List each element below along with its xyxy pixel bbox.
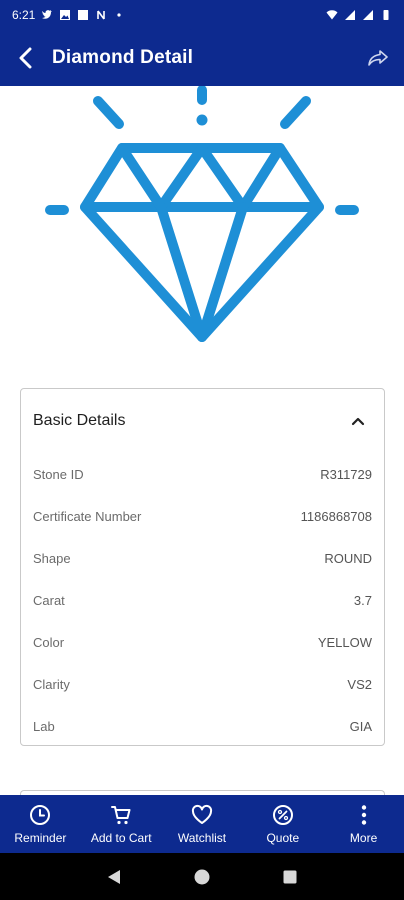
status-time: 6:21 [12,8,36,22]
detail-row-stone-id: Stone ID R311729 [33,453,372,495]
detail-label: Clarity [33,676,70,692]
back-arrow-icon [19,47,32,69]
app-bar: Diamond Detail [0,30,404,86]
collapse-button[interactable] [346,409,370,433]
signal-icon-2 [363,10,373,20]
tab-label: Add to Cart [90,830,152,845]
percent-badge-icon [272,804,293,825]
detail-label: Certificate Number [33,508,142,524]
system-nav-bar [0,853,404,900]
detail-label: Stone ID [33,466,84,482]
tab-reminder[interactable]: Reminder [0,795,81,853]
twitter-icon [42,10,53,19]
nfc-icon [97,10,106,20]
detail-row-clarity: Clarity VS2 [33,663,372,705]
basic-details-card: Basic Details Stone ID R311729 Certifica… [20,388,385,746]
page-title: Diamond Detail [52,47,194,68]
detail-label: Shape [33,550,71,566]
status-bar: 6:21 [0,0,404,30]
tab-quote[interactable]: Quote [242,795,323,853]
diamond-icon [45,85,359,342]
share-button[interactable] [352,30,404,86]
tab-add-to-cart[interactable]: Add to Cart [81,795,162,853]
tab-label: Reminder [14,830,67,845]
more-vertical-icon [361,804,366,825]
basic-details-header[interactable]: Basic Details [21,389,384,453]
dot-icon [117,13,121,17]
detail-row-color: Color YELLOW [33,621,372,663]
detail-label: Color [33,634,65,650]
wifi-icon [326,10,338,20]
detail-value: R311729 [320,466,372,482]
detail-row-shape: Shape ROUND [33,537,372,579]
back-button[interactable] [0,30,52,86]
tab-label: More [349,830,378,845]
detail-value: 1186868708 [300,508,372,524]
diamond-hero [0,85,404,376]
detail-label: Carat [33,592,65,608]
clock-icon [30,804,51,825]
detail-value: 3.7 [353,592,372,608]
status-left: 6:21 [12,8,125,22]
share-icon [368,50,388,66]
detail-row-lab: Lab GIA [33,705,372,747]
nav-recents-icon[interactable] [282,869,298,885]
detail-label: Lab [33,718,55,734]
battery-icon [383,10,389,20]
status-right [326,9,392,21]
nav-home-icon[interactable] [193,868,211,886]
detail-value: YELLOW [317,634,372,650]
detail-row-certificate-number: Certificate Number 1186868708 [33,495,372,537]
detail-value: ROUND [324,550,372,566]
cart-icon [111,805,131,824]
tab-watchlist[interactable]: Watchlist [162,795,243,853]
chevron-up-icon [351,417,365,426]
bottom-action-bar: Reminder Add to Cart Watchlist Quote Mor… [0,795,404,853]
detail-value: VS2 [347,676,372,692]
gallery-icon [60,10,71,20]
app-square-icon [78,10,89,20]
details-rows: Stone ID R311729 Certificate Number 1186… [21,453,384,747]
tab-label: Watchlist [177,830,227,845]
tab-label: Quote [266,830,300,845]
tab-more[interactable]: More [323,795,404,853]
nav-back-icon[interactable] [106,868,122,886]
detail-row-carat: Carat 3.7 [33,579,372,621]
basic-details-title: Basic Details [33,412,126,429]
signal-icon [345,10,355,20]
detail-value: GIA [349,718,372,734]
heart-icon [191,804,213,824]
